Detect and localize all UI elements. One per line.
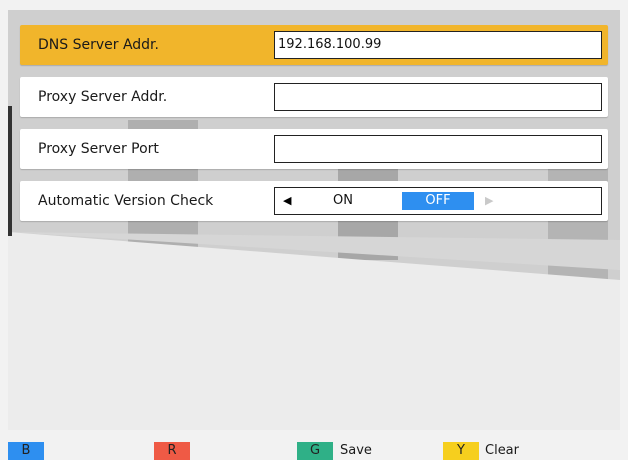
- option-on[interactable]: ON: [333, 188, 353, 214]
- auto-version-check-row[interactable]: Automatic Version Check ◀ ON OFF ▶: [20, 181, 608, 221]
- arrow-right-icon[interactable]: ▶: [485, 188, 493, 214]
- side-shadow-bar: [8, 106, 12, 236]
- yellow-key-button[interactable]: Y: [443, 442, 479, 460]
- clear-label: Clear: [485, 443, 519, 458]
- green-key-button[interactable]: G: [297, 442, 333, 460]
- proxy-server-port-input[interactable]: [274, 135, 602, 163]
- dns-server-label: DNS Server Addr.: [38, 37, 159, 53]
- auto-version-check-label: Automatic Version Check: [38, 193, 214, 209]
- proxy-server-port-label: Proxy Server Port: [38, 141, 159, 157]
- proxy-server-addr-input[interactable]: [274, 83, 602, 111]
- auto-version-check-toggle[interactable]: ◀ ON OFF ▶: [274, 187, 602, 215]
- dns-server-row[interactable]: DNS Server Addr. 192.168.100.99: [20, 25, 608, 65]
- blue-key-button[interactable]: B: [8, 442, 44, 460]
- proxy-server-port-row[interactable]: Proxy Server Port: [20, 129, 608, 169]
- proxy-server-addr-row[interactable]: Proxy Server Addr.: [20, 77, 608, 117]
- option-off-selected[interactable]: OFF: [402, 192, 474, 210]
- save-label: Save: [340, 443, 372, 458]
- proxy-server-addr-label: Proxy Server Addr.: [38, 89, 168, 105]
- footer-keys: B R G Save Y Clear: [0, 434, 628, 460]
- settings-screen: DNS Server Addr. 192.168.100.99 Proxy Se…: [8, 10, 620, 430]
- red-key-button[interactable]: R: [154, 442, 190, 460]
- dns-server-input[interactable]: 192.168.100.99: [274, 31, 602, 59]
- arrow-left-icon[interactable]: ◀: [283, 188, 291, 214]
